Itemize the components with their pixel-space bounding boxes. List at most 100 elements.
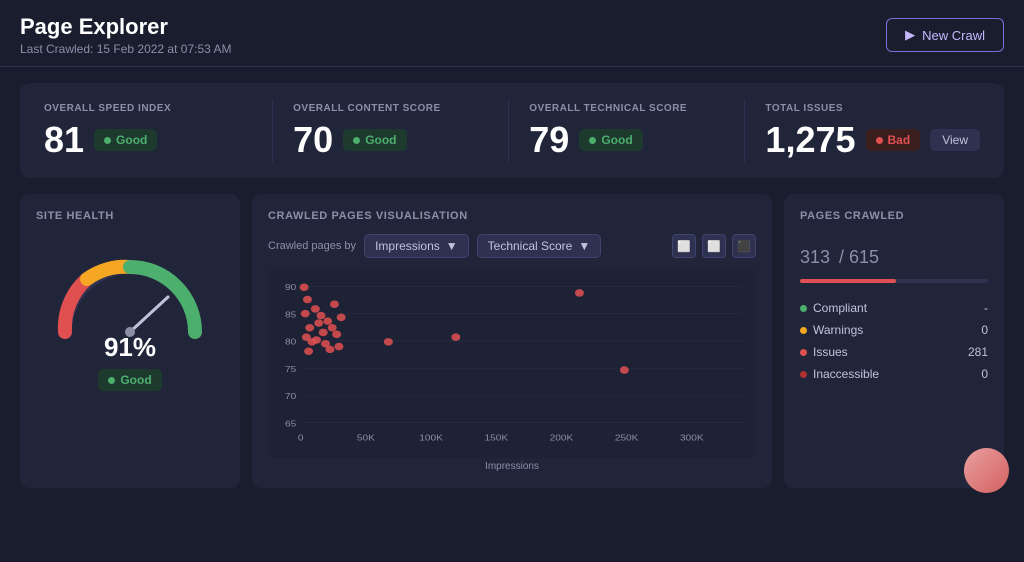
content-score-badge: Good — [343, 129, 406, 151]
speed-index-dot — [104, 137, 111, 144]
technical-score-badge-label: Good — [601, 133, 632, 147]
chart-icon-group: ⬜ ⬜ ⬛ — [672, 234, 756, 258]
stat-label-compliant: Compliant — [800, 301, 867, 315]
content-score-card: OVERALL CONTENT SCORE 70 Good — [272, 99, 496, 162]
total-issues-card: TOTAL ISSUES 1,275 Bad View — [744, 99, 988, 162]
svg-text:75: 75 — [285, 365, 296, 374]
last-crawled-subtitle: Last Crawled: 15 Feb 2022 at 07:53 AM — [20, 42, 231, 56]
technical-score-dropdown[interactable]: Technical Score ▼ — [477, 234, 602, 258]
svg-text:100K: 100K — [419, 433, 443, 442]
technical-score-badge: Good — [579, 129, 642, 151]
stat-label-inaccessible: Inaccessible — [800, 367, 879, 381]
total-issues-value: 1,275 — [765, 122, 855, 158]
svg-text:50K: 50K — [357, 433, 376, 442]
chart-title: CRAWLED PAGES VISUALISATION — [268, 210, 756, 222]
pages-crawled-title: PAGES CRAWLED — [800, 210, 988, 222]
site-health-badge: Good — [98, 369, 161, 391]
speed-index-value-row: 81 Good — [44, 122, 252, 158]
stat-value-warnings: 0 — [981, 323, 988, 337]
header: Page Explorer Last Crawled: 15 Feb 2022 … — [0, 0, 1024, 67]
site-health-percent: 91% — [104, 332, 156, 363]
total-issues-dot — [876, 137, 883, 144]
x-axis-label: Impressions — [268, 461, 756, 472]
technical-score-card: OVERALL TECHNICAL SCORE 79 Good — [508, 99, 732, 162]
chart-panel: CRAWLED PAGES VISUALISATION Crawled page… — [252, 194, 772, 488]
impressions-dropdown-label: Impressions — [375, 239, 440, 253]
stat-text-inaccessible: Inaccessible — [813, 367, 879, 381]
impressions-dropdown[interactable]: Impressions ▼ — [364, 234, 469, 258]
stat-text-compliant: Compliant — [813, 301, 867, 315]
crawl-progress-fill — [800, 279, 896, 283]
chart-controls: Crawled pages by Impressions ▼ Technical… — [268, 234, 756, 258]
chart-icon-2[interactable]: ⬜ — [702, 234, 726, 258]
speed-index-badge-label: Good — [116, 133, 147, 147]
speed-index-label: OVERALL SPEED INDEX — [44, 103, 252, 114]
technical-score-dropdown-label: Technical Score — [488, 239, 573, 253]
header-left: Page Explorer Last Crawled: 15 Feb 2022 … — [20, 14, 231, 56]
site-health-dot — [108, 377, 115, 384]
speed-index-card: OVERALL SPEED INDEX 81 Good — [36, 99, 260, 162]
pages-current: 313 — [800, 247, 830, 267]
score-cards-row: OVERALL SPEED INDEX 81 Good OVERALL CONT… — [20, 83, 1004, 178]
main-content: OVERALL SPEED INDEX 81 Good OVERALL CONT… — [0, 67, 1024, 504]
svg-text:85: 85 — [285, 310, 296, 319]
technical-score-label: OVERALL TECHNICAL SCORE — [529, 103, 724, 114]
new-crawl-button[interactable]: ▶ New Crawl — [886, 18, 1004, 52]
gauge-svg — [50, 242, 210, 342]
page-title: Page Explorer — [20, 14, 231, 40]
avatar — [964, 448, 1009, 493]
technical-score-chevron-icon: ▼ — [578, 239, 590, 253]
view-issues-button[interactable]: View — [930, 129, 980, 151]
stat-row-warnings: Warnings 0 — [800, 319, 988, 341]
svg-text:90: 90 — [285, 283, 296, 292]
speed-index-badge: Good — [94, 129, 157, 151]
dot-inaccessible — [800, 371, 807, 378]
svg-text:250K: 250K — [615, 433, 639, 442]
content-score-dot — [353, 137, 360, 144]
gauge-container: 91% Good — [36, 234, 224, 395]
crawl-progress-bar — [800, 279, 988, 283]
stat-value-inaccessible: 0 — [981, 367, 988, 381]
play-icon: ▶ — [905, 27, 915, 43]
speed-index-value: 81 — [44, 122, 84, 158]
svg-text:200K: 200K — [550, 433, 574, 442]
total-issues-badge-label: Bad — [888, 133, 911, 147]
bottom-panels: SITE HEALTH 91% — [20, 194, 1004, 488]
scatter-chart-area: 90 85 80 75 70 65 0 50K 100K — [268, 268, 756, 458]
content-score-label: OVERALL CONTENT SCORE — [293, 103, 488, 114]
stat-label-issues: Issues — [800, 345, 848, 359]
dot-warnings — [800, 327, 807, 334]
pages-crawled-number: 313 / 615 — [800, 234, 988, 271]
svg-text:65: 65 — [285, 419, 296, 428]
technical-score-dot — [589, 137, 596, 144]
site-health-panel: SITE HEALTH 91% — [20, 194, 240, 488]
site-health-title: SITE HEALTH — [36, 210, 224, 222]
chart-icon-1[interactable]: ⬜ — [672, 234, 696, 258]
stat-value-issues: 281 — [968, 345, 988, 359]
dot-issues — [800, 349, 807, 356]
new-crawl-label: New Crawl — [922, 28, 985, 43]
svg-text:80: 80 — [285, 337, 296, 346]
pages-total: / 615 — [839, 247, 879, 267]
stat-value-compliant: - — [984, 301, 988, 315]
total-issues-label: TOTAL ISSUES — [765, 103, 980, 114]
svg-text:300K: 300K — [680, 433, 704, 442]
stat-label-warnings: Warnings — [800, 323, 863, 337]
scatter-svg: 90 85 80 75 70 65 0 50K 100K — [276, 276, 748, 450]
stat-row-compliant: Compliant - — [800, 297, 988, 319]
content-score-badge-label: Good — [365, 133, 396, 147]
site-health-badge-label: Good — [120, 373, 151, 387]
technical-score-value-row: 79 Good — [529, 122, 724, 158]
svg-text:150K: 150K — [484, 433, 508, 442]
stat-row-inaccessible: Inaccessible 0 — [800, 363, 988, 385]
total-issues-badge: Bad — [866, 129, 921, 151]
svg-text:70: 70 — [285, 392, 296, 401]
chart-icon-3[interactable]: ⬛ — [732, 234, 756, 258]
svg-text:0: 0 — [298, 433, 304, 442]
impressions-chevron-icon: ▼ — [446, 239, 458, 253]
total-issues-value-row: 1,275 Bad View — [765, 122, 980, 158]
content-score-value: 70 — [293, 122, 333, 158]
stat-text-warnings: Warnings — [813, 323, 863, 337]
pages-crawled-panel: PAGES CRAWLED 313 / 615 Compliant - Warn… — [784, 194, 1004, 488]
stat-row-issues: Issues 281 — [800, 341, 988, 363]
